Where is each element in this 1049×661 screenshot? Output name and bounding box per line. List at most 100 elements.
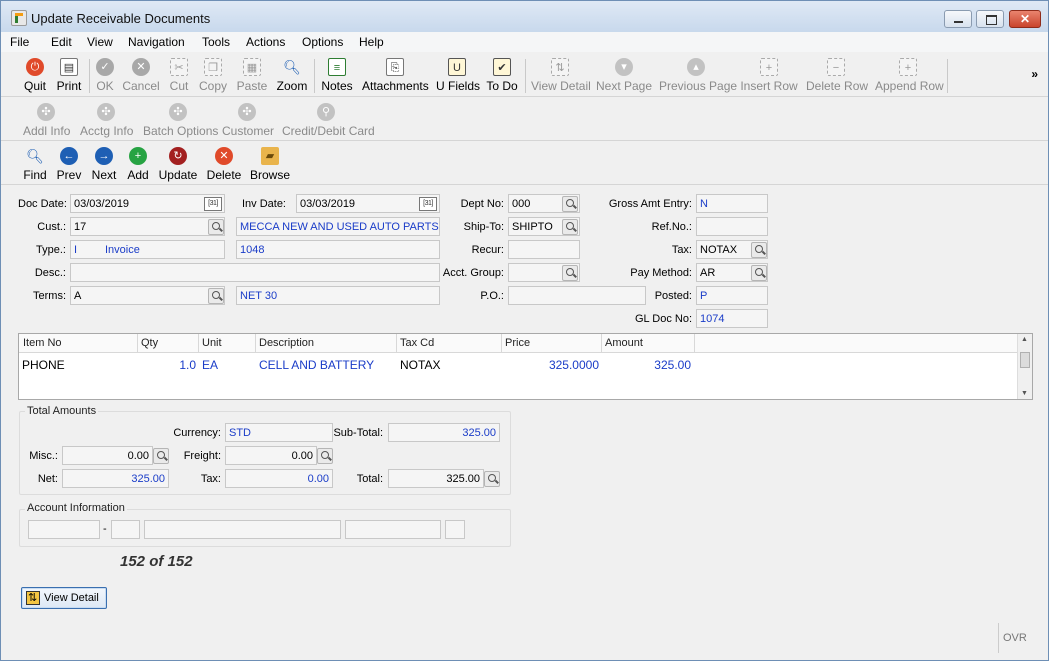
row-description[interactable]: CELL AND BATTERY: [259, 358, 374, 372]
col-qty[interactable]: Qty: [141, 337, 158, 349]
window-title: Update Receivable Documents: [31, 11, 211, 26]
row-amount[interactable]: 325.00: [605, 358, 691, 372]
document-number-field[interactable]: 1048: [236, 240, 440, 259]
pay-method-lookup-icon[interactable]: [751, 265, 767, 281]
col-price[interactable]: Price: [505, 337, 530, 349]
delete-row-button[interactable]: − Delete Row: [806, 55, 868, 95]
row-unit[interactable]: EA: [202, 358, 218, 372]
col-description[interactable]: Description: [259, 337, 314, 349]
ref-no-field[interactable]: [696, 217, 768, 236]
cancel-button[interactable]: ✕ Cancel: [122, 55, 160, 95]
customer-field[interactable]: 17: [70, 217, 225, 236]
ship-to-lookup-icon[interactable]: [562, 219, 578, 235]
batch-options-button[interactable]: ✣ Batch Options: [143, 100, 218, 140]
account-segment-2[interactable]: [111, 520, 140, 539]
previous-page-button[interactable]: ▴ Previous Page: [659, 55, 737, 95]
add-button[interactable]: + Add: [125, 144, 151, 184]
browse-button[interactable]: ▰ Browse: [250, 144, 290, 184]
menu-options[interactable]: Options: [302, 35, 343, 49]
account-segment-1[interactable]: [28, 520, 100, 539]
update-button[interactable]: ↻ Update: [158, 144, 198, 184]
attachments-button[interactable]: ⎘ Attachments: [362, 55, 429, 95]
print-button[interactable]: ▤ Print: [53, 55, 85, 95]
view-detail-button[interactable]: View Detail: [21, 587, 107, 609]
menu-edit[interactable]: Edit: [51, 35, 72, 49]
maximize-button[interactable]: [976, 10, 1004, 28]
scroll-down-icon[interactable]: ▼: [1021, 390, 1028, 397]
quit-button[interactable]: ⏻ Quit: [19, 55, 51, 95]
tax-lookup-icon[interactable]: [751, 242, 767, 258]
customer-button[interactable]: ✣ Customer: [222, 100, 274, 140]
type-field[interactable]: I Invoice: [70, 240, 225, 259]
delete-button[interactable]: ✕ Delete: [206, 144, 242, 184]
recur-field[interactable]: [508, 240, 580, 259]
toolbar-overflow-chevron-icon[interactable]: »: [1031, 67, 1038, 81]
zoom-button[interactable]: 🔍︎ Zoom: [276, 55, 308, 95]
close-button[interactable]: [1009, 10, 1041, 28]
scroll-thumb[interactable]: [1020, 352, 1030, 368]
col-unit[interactable]: Unit: [202, 337, 222, 349]
acct-group-lookup-icon[interactable]: [562, 265, 578, 281]
customer-name-field: MECCA NEW AND USED AUTO PARTS: [236, 217, 440, 236]
menu-file[interactable]: File: [10, 35, 29, 49]
doc-date-calendar-icon[interactable]: [31]: [204, 197, 222, 211]
insert-row-button[interactable]: + Insert Row: [740, 55, 798, 95]
ok-button[interactable]: ✓ OK: [93, 55, 117, 95]
terms-label: Terms:: [33, 290, 66, 302]
total-field: 325.00: [388, 469, 484, 488]
freight-lookup-icon[interactable]: [317, 448, 333, 464]
ship-to-label: Ship-To:: [463, 221, 504, 233]
cut-button[interactable]: ✂ Cut: [167, 55, 191, 95]
currency-field[interactable]: STD: [225, 423, 333, 442]
scroll-up-icon[interactable]: ▲: [1021, 336, 1028, 343]
col-tax-cd[interactable]: Tax Cd: [400, 337, 434, 349]
menu-tools[interactable]: Tools: [202, 35, 230, 49]
addl-info-button[interactable]: ✣ Addl Info: [23, 100, 70, 140]
customer-label: Cust.:: [37, 221, 66, 233]
append-row-button[interactable]: + Append Row: [875, 55, 944, 95]
col-item-no[interactable]: Item No: [23, 337, 62, 349]
row-item-no[interactable]: PHONE: [22, 358, 65, 372]
gross-amt-entry-field[interactable]: N: [696, 194, 768, 213]
row-price[interactable]: 325.0000: [505, 358, 599, 372]
menu-view[interactable]: View: [87, 35, 113, 49]
prev-button[interactable]: ← Prev: [55, 144, 83, 184]
total-lookup-icon[interactable]: [484, 471, 500, 487]
menu-help[interactable]: Help: [359, 35, 384, 49]
inv-date-calendar-icon[interactable]: [31]: [419, 197, 437, 211]
total-amounts-title: Total Amounts: [25, 405, 99, 417]
next-page-button[interactable]: ▾ Next Page: [596, 55, 652, 95]
grid-scrollbar[interactable]: ▲ ▼: [1017, 334, 1032, 399]
paperclip-icon: ⎘: [386, 58, 404, 76]
doc-date-field[interactable]: 03/03/2019: [70, 194, 225, 213]
find-button[interactable]: 🔍︎ Find: [21, 144, 49, 184]
acctg-info-button[interactable]: ✣ Acctg Info: [80, 100, 133, 140]
menu-navigation[interactable]: Navigation: [128, 35, 185, 49]
recur-label: Recur:: [471, 244, 504, 256]
find-icon: 🔍︎: [26, 148, 44, 164]
type-name: Invoice: [105, 244, 140, 256]
customer-lookup-icon[interactable]: [208, 219, 224, 235]
user-fields-button[interactable]: U U Fields: [436, 55, 480, 95]
notes-button[interactable]: ≡ Notes: [320, 55, 354, 95]
terms-field[interactable]: A: [70, 286, 225, 305]
paste-button[interactable]: ▦ Paste: [235, 55, 269, 95]
col-amount[interactable]: Amount: [605, 337, 643, 349]
row-tax-cd[interactable]: NOTAX: [400, 358, 440, 372]
cut-icon: ✂: [170, 58, 188, 76]
copy-button[interactable]: ❐ Copy: [198, 55, 228, 95]
row-qty[interactable]: 1.0: [141, 358, 196, 372]
terms-lookup-icon[interactable]: [208, 288, 224, 304]
next-button[interactable]: → Next: [90, 144, 118, 184]
view-detail-toolbar-button[interactable]: ⇅ View Detail: [531, 55, 591, 95]
dept-no-lookup-icon[interactable]: [562, 196, 578, 212]
grid-header: Item No Qty Unit Description Tax Cd Pric…: [19, 334, 1019, 353]
todo-button[interactable]: ✔ To Do: [485, 55, 519, 95]
overwrite-mode-indicator: OVR: [1003, 632, 1027, 644]
credit-debit-card-button[interactable]: ⚲ Credit/Debit Card: [282, 100, 375, 140]
menu-actions[interactable]: Actions: [246, 35, 285, 49]
freight-field[interactable]: 0.00: [225, 446, 317, 465]
misc-field[interactable]: 0.00: [62, 446, 153, 465]
description-field[interactable]: [70, 263, 440, 282]
minimize-button[interactable]: [944, 10, 972, 28]
